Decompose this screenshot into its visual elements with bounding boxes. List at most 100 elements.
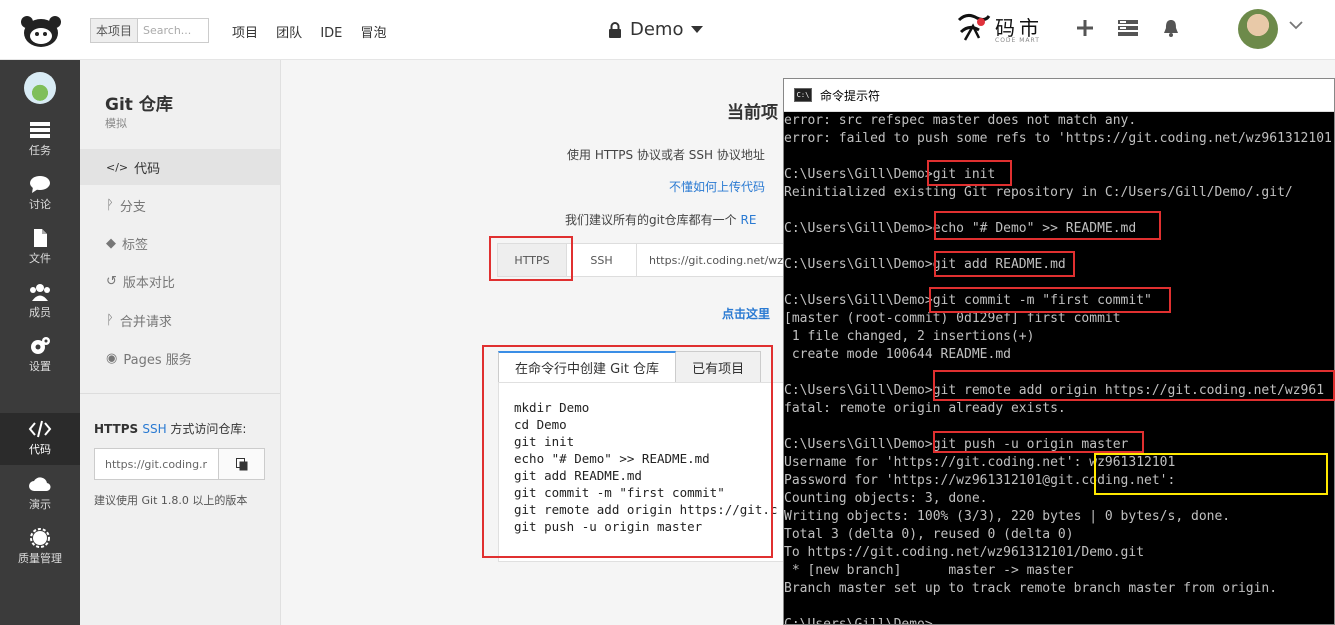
cmd-title: 命令提示符: [820, 88, 881, 103]
sidebar-item-branches[interactable]: ᚹ 分支: [80, 187, 280, 223]
cmd-window-icon: C:\: [794, 88, 812, 102]
leftnav-item-code[interactable]: 代码: [0, 413, 80, 465]
project-avatar[interactable]: [24, 72, 56, 104]
sidebar-item-compare[interactable]: ↺ 版本对比: [80, 263, 280, 299]
user-avatar[interactable]: [1238, 9, 1278, 49]
compare-icon: ↺: [106, 273, 117, 289]
sidebar-item-label: 分支: [119, 199, 146, 215]
search-scope-tag[interactable]: 本项目: [91, 19, 139, 42]
terminal-line: * [new branch] master -> master: [784, 563, 1074, 578]
protocol-description: 使用 HTTPS 协议或者 SSH 协议地址: [567, 148, 765, 162]
sidebar-item-label: Pages 服务: [123, 352, 192, 368]
terminal-line: create mode 100644 README.md: [784, 347, 1011, 362]
readme-link[interactable]: RE: [740, 213, 756, 227]
terminal-line: 1 file changed, 2 insertions(+): [784, 329, 1035, 344]
chat-icon: [30, 176, 50, 193]
cmd-title-bar[interactable]: C:\ 命令提示符: [784, 79, 1334, 112]
leftnav-label: 代码: [29, 443, 51, 456]
dashboard-icon[interactable]: [1117, 19, 1139, 37]
branch-icon: ᚹ: [106, 197, 114, 213]
terminal-line: Writing objects: 100% (3/3), 220 bytes |…: [784, 509, 1231, 524]
annotation-box-echo: [934, 211, 1161, 240]
lock-icon: [609, 21, 621, 38]
sidebar-item-pages[interactable]: ◉ Pages 服务: [80, 340, 280, 376]
clone-url-input[interactable]: https://git.coding.r: [94, 448, 220, 480]
annotation-box-git-init: [927, 160, 1012, 186]
leftnav-label: 质量管理: [18, 552, 62, 565]
access-label: 方式访问仓库:: [166, 422, 247, 436]
leftnav-item-files[interactable]: 文件: [0, 222, 80, 276]
protocol-tab-ssh[interactable]: SSH: [567, 243, 637, 277]
access-ssh-link[interactable]: SSH: [142, 422, 166, 436]
access-method: HTTPS SSH 方式访问仓库:: [94, 420, 246, 437]
codemart-brand[interactable]: 码市 CODE MART: [955, 10, 1055, 50]
file-icon: [34, 229, 47, 247]
nav-team[interactable]: 团队: [276, 26, 302, 41]
repo-subtitle: 模拟: [105, 117, 127, 130]
settings-icon: [31, 337, 50, 354]
leftnav-item-tasks[interactable]: 任务: [0, 114, 80, 168]
brand-subtext: CODE MART: [995, 37, 1040, 44]
left-nav: 任务 讨论 文件 成员 设置 代码 演示 质量管理: [0, 60, 80, 625]
terminal-line: fatal: remote origin already exists.: [784, 401, 1066, 416]
annotation-box-git-add: [934, 251, 1075, 277]
sidebar-item-code[interactable]: </> 代码: [80, 149, 280, 185]
terminal-line: error: failed to push some refs to 'http…: [784, 131, 1332, 146]
copy-button[interactable]: [219, 448, 265, 480]
leftnav-label: 演示: [29, 498, 51, 511]
coding-logo-icon[interactable]: [18, 13, 64, 49]
annotation-box-git-remote: [933, 370, 1335, 401]
page-title: 当前项: [727, 103, 778, 123]
leftnav-item-demo[interactable]: 演示: [0, 468, 80, 522]
copy-icon: [235, 457, 248, 470]
leftnav-label: 文件: [29, 252, 51, 265]
upload-help-link[interactable]: 不懂如何上传代码: [669, 178, 765, 195]
bell-icon[interactable]: [1161, 18, 1181, 38]
annotation-box-instructions: [482, 345, 773, 558]
sidebar-item-label: 标签: [122, 237, 149, 253]
sidebar-item-tags[interactable]: ◆ 标签: [80, 225, 280, 261]
recommend-text: 我们建议所有的git仓库都有一个: [565, 213, 741, 227]
nav-bubble[interactable]: 冒泡: [361, 26, 387, 41]
repo-sidebar: Git 仓库 模拟 </> 代码 ᚹ 分支 ◆ 标签 ↺ 版本对比 ᚹ 合并请求…: [80, 60, 281, 625]
top-bar: 本项目 Search... 项目 团队 IDE 冒泡 Demo 码市 CODE …: [0, 0, 1335, 60]
search-box[interactable]: 本项目 Search...: [90, 18, 209, 43]
members-icon: [30, 284, 50, 301]
leftnav-item-settings[interactable]: 设置: [0, 330, 80, 384]
command-prompt-window[interactable]: C:\ 命令提示符 error: src refspec master does…: [783, 78, 1335, 625]
terminal-line: Reinitialized existing Git repository in…: [784, 185, 1293, 200]
codemart-logo-icon: [957, 13, 991, 41]
top-right-actions: [1075, 18, 1181, 38]
plus-icon[interactable]: [1075, 18, 1095, 38]
leftnav-item-discussion[interactable]: 讨论: [0, 168, 80, 222]
clone-url-group: https://git.coding.r: [94, 448, 265, 480]
leftnav-label: 设置: [29, 360, 51, 373]
annotation-box-https: [489, 236, 573, 281]
leftnav-label: 成员: [29, 306, 51, 319]
chevron-down-icon[interactable]: [1289, 20, 1303, 30]
git-version-tip: 建议使用 Git 1.8.0 以上的版本: [94, 494, 248, 507]
tag-icon: ◆: [106, 235, 116, 251]
annotation-box-credentials: [1094, 453, 1328, 495]
repo-url-input[interactable]: https://git.coding.net/wz: [637, 243, 797, 277]
sidebar-item-label: 版本对比: [122, 275, 175, 291]
project-switcher[interactable]: Demo: [608, 19, 704, 40]
leftnav-item-quality[interactable]: 质量管理: [0, 522, 80, 576]
terminal-line: C:\Users\Gill\Demo>: [784, 617, 933, 625]
nav-projects[interactable]: 项目: [232, 26, 258, 41]
search-input[interactable]: Search...: [138, 24, 191, 37]
access-https[interactable]: HTTPS: [94, 422, 138, 436]
leftnav-item-members[interactable]: 成员: [0, 276, 80, 330]
code-icon: </>: [106, 160, 129, 174]
sidebar-item-merge-requests[interactable]: ᚹ 合并请求: [80, 302, 280, 338]
annotation-box-git-push: [933, 431, 1144, 453]
terminal-line: error: src refspec master does not match…: [784, 113, 1137, 128]
nav-ide[interactable]: IDE: [320, 26, 342, 41]
readme-recommendation: 我们建议所有的git仓库都有一个 RE: [565, 211, 756, 228]
repo-title: Git 仓库: [105, 95, 173, 115]
terminal-output[interactable]: error: src refspec master does not match…: [784, 112, 1334, 625]
terminal-line: C:\Users\Gill\Demo>git init: [784, 167, 996, 182]
click-here-link[interactable]: 点击这里: [722, 305, 770, 322]
